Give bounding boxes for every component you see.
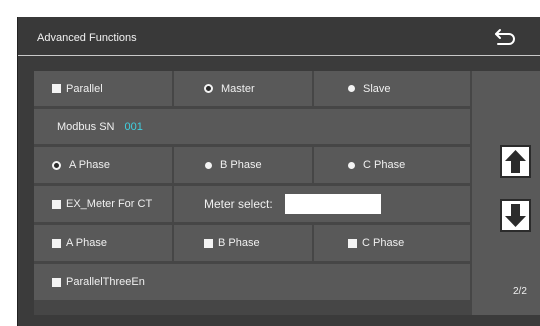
modbus-sn-row: Modbus SN 001	[34, 109, 470, 144]
radio-icon	[348, 85, 355, 92]
checkbox-icon	[52, 277, 61, 287]
meter-select-label: Meter select:	[204, 197, 273, 211]
master-label: Master	[221, 82, 255, 95]
page-indicator: 2/2	[513, 286, 527, 297]
meter-select-input[interactable]	[284, 194, 381, 214]
parallel-three-en-label: ParallelThreeEn	[66, 276, 145, 288]
back-arrow-icon	[495, 29, 515, 45]
parallel-label: Parallel	[66, 82, 103, 95]
phase-a-radio[interactable]: A Phase	[34, 147, 172, 183]
settings-panel: Parallel Master Slave Modbus SN 001 A Ph…	[34, 71, 540, 315]
radio-icon	[205, 161, 212, 169]
radio-selected-icon	[52, 160, 61, 170]
phase-c-label: C Phase	[363, 159, 406, 171]
title-bar: Advanced Functions	[18, 17, 540, 57]
title-divider	[18, 55, 540, 56]
phase-b-check-label: B Phase	[218, 237, 260, 249]
arrow-down-icon	[505, 204, 526, 227]
phase-c-radio[interactable]: C Phase	[314, 147, 470, 183]
checkbox-icon	[52, 238, 61, 248]
phase-c-checkbox[interactable]: C Phase	[314, 225, 470, 261]
phase-a-checkbox[interactable]: A Phase	[34, 225, 172, 261]
master-radio[interactable]: Master	[174, 71, 312, 106]
parallel-three-en-checkbox[interactable]: ParallelThreeEn	[34, 264, 470, 300]
slave-label: Slave	[363, 82, 391, 95]
ex-meter-label: EX_Meter For CT	[66, 198, 153, 210]
phase-b-radio[interactable]: B Phase	[174, 147, 312, 183]
radio-icon	[348, 161, 355, 169]
checkbox-icon	[348, 238, 357, 248]
checkbox-icon	[204, 238, 213, 248]
checkbox-icon	[52, 84, 61, 93]
back-button[interactable]	[491, 24, 521, 50]
page-up-button[interactable]	[500, 145, 531, 178]
phase-b-label: B Phase	[220, 159, 262, 171]
advanced-functions-window: Advanced Functions Parallel Master Slave…	[17, 17, 540, 326]
modbus-sn-label: Modbus SN	[57, 120, 115, 133]
phase-a-check-label: A Phase	[66, 237, 107, 249]
arrow-up-icon	[505, 150, 526, 173]
page-title: Advanced Functions	[37, 32, 137, 44]
radio-selected-icon	[204, 84, 213, 93]
ex-meter-checkbox[interactable]: EX_Meter For CT	[34, 186, 172, 222]
page-navigation-panel: 2/2	[472, 71, 540, 315]
phase-c-check-label: C Phase	[362, 237, 405, 249]
meter-select-row: Meter select:	[174, 186, 470, 222]
page-down-button[interactable]	[500, 199, 531, 232]
parallel-checkbox[interactable]: Parallel	[34, 71, 172, 106]
phase-a-label: A Phase	[69, 159, 110, 171]
slave-radio[interactable]: Slave	[314, 71, 470, 106]
modbus-sn-value[interactable]: 001	[124, 121, 142, 133]
checkbox-icon	[52, 199, 61, 209]
phase-b-checkbox[interactable]: B Phase	[174, 225, 312, 261]
